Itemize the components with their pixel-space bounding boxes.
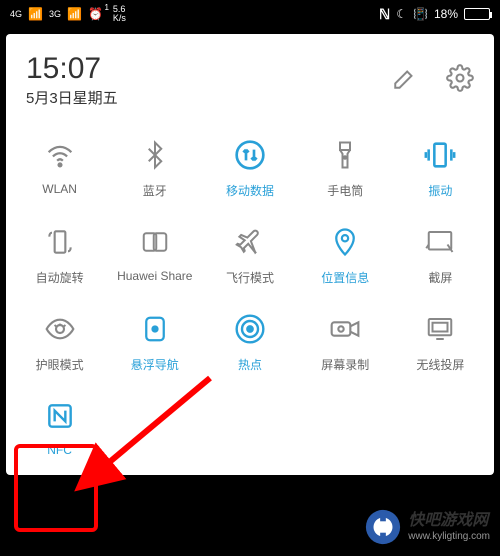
tile-label: 移动数据 [226, 182, 274, 199]
tile-label: 屏幕录制 [321, 356, 369, 373]
tile-label: 无线投屏 [416, 356, 464, 373]
panel-header: 15:07 5月3日星期五 [12, 52, 488, 118]
tile-huawei-share[interactable]: Huawei Share [107, 215, 202, 294]
tiles-grid: WLAN 蓝牙 移动数据 手电筒 振动 自动旋转 Huawei Share [12, 128, 488, 465]
signal-bars-icon-2: 📶 [67, 7, 82, 21]
flashlight-icon [326, 136, 364, 174]
nfc-icon [41, 397, 79, 435]
watermark-title: 快吧游戏网 [408, 511, 490, 530]
hotspot-icon [231, 310, 269, 348]
nfc-status-icon: ℕ [379, 6, 390, 23]
tile-wlan[interactable]: WLAN [12, 128, 107, 207]
settings-button[interactable] [446, 64, 474, 97]
tile-screen-record[interactable]: 屏幕录制 [298, 302, 393, 381]
wifi-icon [41, 136, 79, 174]
vibrate-icon [421, 136, 459, 174]
screenshot-icon [421, 223, 459, 261]
pencil-icon [392, 65, 418, 91]
signal-3g: 3G [49, 9, 61, 19]
tile-bluetooth[interactable]: 蓝牙 [107, 128, 202, 207]
tile-label: NFC [47, 443, 72, 457]
tile-airplane[interactable]: 飞行模式 [202, 215, 297, 294]
tile-label: 悬浮导航 [131, 356, 179, 373]
tile-label: 自动旋转 [36, 269, 84, 286]
tile-hotspot[interactable]: 热点 [202, 302, 297, 381]
tile-label: 蓝牙 [143, 182, 167, 199]
network-speed: 5.6 K/s [113, 5, 126, 23]
tile-wireless-proj[interactable]: 无线投屏 [393, 302, 488, 381]
watermark: 快吧游戏网 www.kyligting.com [364, 508, 490, 546]
tile-eye-comfort[interactable]: 护眼模式 [12, 302, 107, 381]
airplane-icon [231, 223, 269, 261]
location-icon [326, 223, 364, 261]
tile-label: 飞行模式 [226, 269, 274, 286]
bluetooth-icon [136, 136, 174, 174]
quick-settings-panel: 15:07 5月3日星期五 WLAN 蓝牙 移动数据 手电筒 [6, 34, 494, 475]
tile-label: Huawei Share [117, 269, 192, 283]
time-label: 15:07 [26, 52, 118, 85]
tile-mobile-data[interactable]: 移动数据 [202, 128, 297, 207]
tile-label: 位置信息 [321, 269, 369, 286]
float-nav-icon [136, 310, 174, 348]
tile-screenshot[interactable]: 截屏 [393, 215, 488, 294]
battery-icon [464, 8, 490, 20]
cast-icon [421, 310, 459, 348]
alarm-icon: ⏰1 [88, 7, 103, 21]
watermark-logo-icon [364, 508, 402, 546]
tile-label: 手电筒 [327, 182, 363, 199]
vibrate-status-icon: 📳 [413, 7, 428, 21]
screen-record-icon [326, 310, 364, 348]
huawei-share-icon [136, 223, 174, 261]
tile-float-nav[interactable]: 悬浮导航 [107, 302, 202, 381]
status-bar: 4G 📶 3G 📶 ⏰1 5.6 K/s ℕ ☾ 📳 18% [0, 0, 500, 28]
mobile-data-icon [231, 136, 269, 174]
tile-location[interactable]: 位置信息 [298, 215, 393, 294]
auto-rotate-icon [41, 223, 79, 261]
battery-pct: 18% [434, 7, 458, 21]
dnd-moon-icon: ☾ [396, 7, 407, 21]
tile-nfc[interactable]: NFC [12, 389, 107, 465]
status-left: 4G 📶 3G 📶 ⏰1 5.6 K/s [10, 5, 126, 23]
tile-auto-rotate[interactable]: 自动旋转 [12, 215, 107, 294]
signal-bars-icon-1: 📶 [28, 7, 43, 21]
tile-vibrate[interactable]: 振动 [393, 128, 488, 207]
edit-button[interactable] [392, 65, 418, 96]
datetime-block[interactable]: 15:07 5月3日星期五 [26, 52, 118, 108]
eye-icon [41, 310, 79, 348]
gear-icon [446, 64, 474, 92]
tile-label: 护眼模式 [36, 356, 84, 373]
signal-4g: 4G [10, 9, 22, 19]
date-label: 5月3日星期五 [26, 87, 118, 108]
status-right: ℕ ☾ 📳 18% [379, 6, 490, 23]
watermark-url: www.kyligting.com [408, 531, 490, 543]
tile-label: 振动 [428, 182, 452, 199]
tile-label: 截屏 [428, 269, 452, 286]
tile-label: 热点 [238, 356, 262, 373]
tile-label: WLAN [42, 182, 77, 196]
tile-flashlight[interactable]: 手电筒 [298, 128, 393, 207]
